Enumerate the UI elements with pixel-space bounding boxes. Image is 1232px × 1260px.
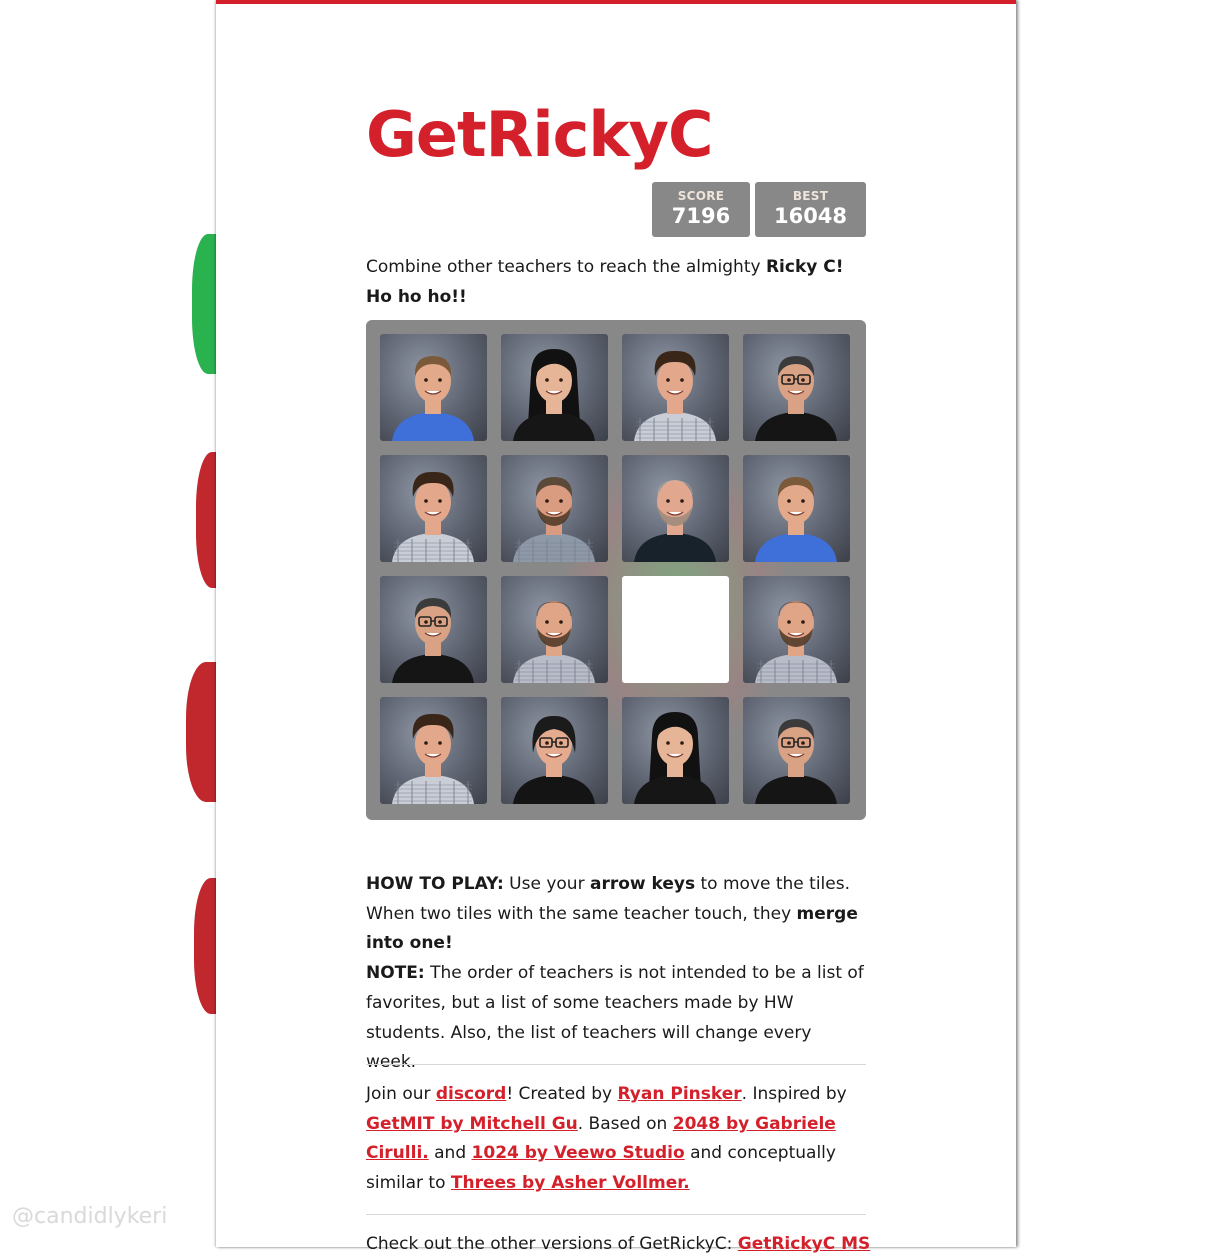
teacher-tile	[743, 455, 850, 562]
teacher-tile	[743, 576, 850, 683]
teacher-tile	[501, 334, 608, 441]
discord-link[interactable]: discord	[436, 1084, 506, 1104]
teacher-tile	[380, 334, 487, 441]
getmit-link[interactable]: GetMIT by Mitchell Gu	[366, 1114, 578, 1134]
teacher-tile	[380, 576, 487, 683]
divider	[366, 1064, 866, 1065]
ms-version-link[interactable]: GetRickyC MS	[738, 1234, 871, 1254]
green-ornament	[192, 234, 216, 374]
teacher-portrait	[513, 349, 595, 441]
credits: Join our discord! Created by Ryan Pinske…	[366, 1084, 847, 1194]
author-link[interactable]: Ryan Pinsker	[617, 1084, 741, 1104]
teacher-portrait	[634, 712, 716, 804]
teacher-portrait	[392, 356, 474, 441]
teacher-portrait	[513, 477, 595, 562]
teacher-tile	[501, 576, 608, 683]
watermark: @candidlykeri	[12, 1204, 168, 1229]
how-to-play-label: HOW TO PLAY:	[366, 874, 504, 894]
teacher-portrait	[392, 471, 474, 562]
teacher-portrait	[513, 715, 595, 804]
red-ornament	[196, 452, 216, 588]
teacher-portrait	[755, 601, 837, 683]
teacher-portrait	[392, 713, 474, 804]
teacher-portrait	[755, 719, 837, 804]
teacher-tile	[380, 455, 487, 562]
teacher-tile	[501, 455, 608, 562]
teacher-tile	[622, 334, 729, 441]
teacher-tile	[501, 697, 608, 804]
page: GetRickyC SCORE 7196 BEST 16048 Combine …	[216, 0, 1016, 1254]
left-decoration	[0, 0, 216, 1247]
red-ornament	[186, 662, 216, 802]
intro-text: Combine other teachers to reach the almi…	[366, 257, 844, 307]
teacher-portrait	[513, 601, 595, 683]
threes-link[interactable]: Threes by Asher Vollmer.	[451, 1173, 690, 1193]
score-value: 7196	[671, 204, 731, 228]
teacher-portrait	[634, 350, 716, 441]
teacher-portrait	[755, 477, 837, 562]
teacher-portrait	[634, 480, 716, 562]
teacher-tile	[622, 455, 729, 562]
teacher-portrait	[392, 598, 474, 683]
game-board[interactable]	[366, 320, 866, 820]
score-box: SCORE 7196	[652, 182, 750, 237]
note-label: NOTE:	[366, 963, 425, 984]
teacher-tile	[380, 697, 487, 804]
teacher-tile	[743, 334, 850, 441]
other-versions: Check out the other versions of GetRicky…	[366, 1234, 871, 1254]
best-label: BEST	[792, 189, 829, 203]
empty-tile	[622, 576, 729, 683]
best-score-box: BEST 16048	[755, 182, 866, 237]
teacher-tile	[622, 697, 729, 804]
score-label: SCORE	[677, 189, 725, 203]
note-text: The order of teachers is not intended to…	[366, 963, 864, 1073]
best-value: 16048	[773, 204, 848, 228]
teacher-portrait	[755, 356, 837, 441]
game-title: GetRickyC	[366, 98, 713, 171]
teacher-tile	[743, 697, 850, 804]
divider	[366, 1214, 866, 1215]
1024-link[interactable]: 1024 by Veewo Studio	[472, 1143, 685, 1163]
how-to-play: HOW TO PLAY: Use your arrow keys to move…	[366, 874, 864, 1073]
red-ornament	[194, 878, 216, 1014]
score-area: SCORE 7196 BEST 16048	[652, 182, 866, 237]
